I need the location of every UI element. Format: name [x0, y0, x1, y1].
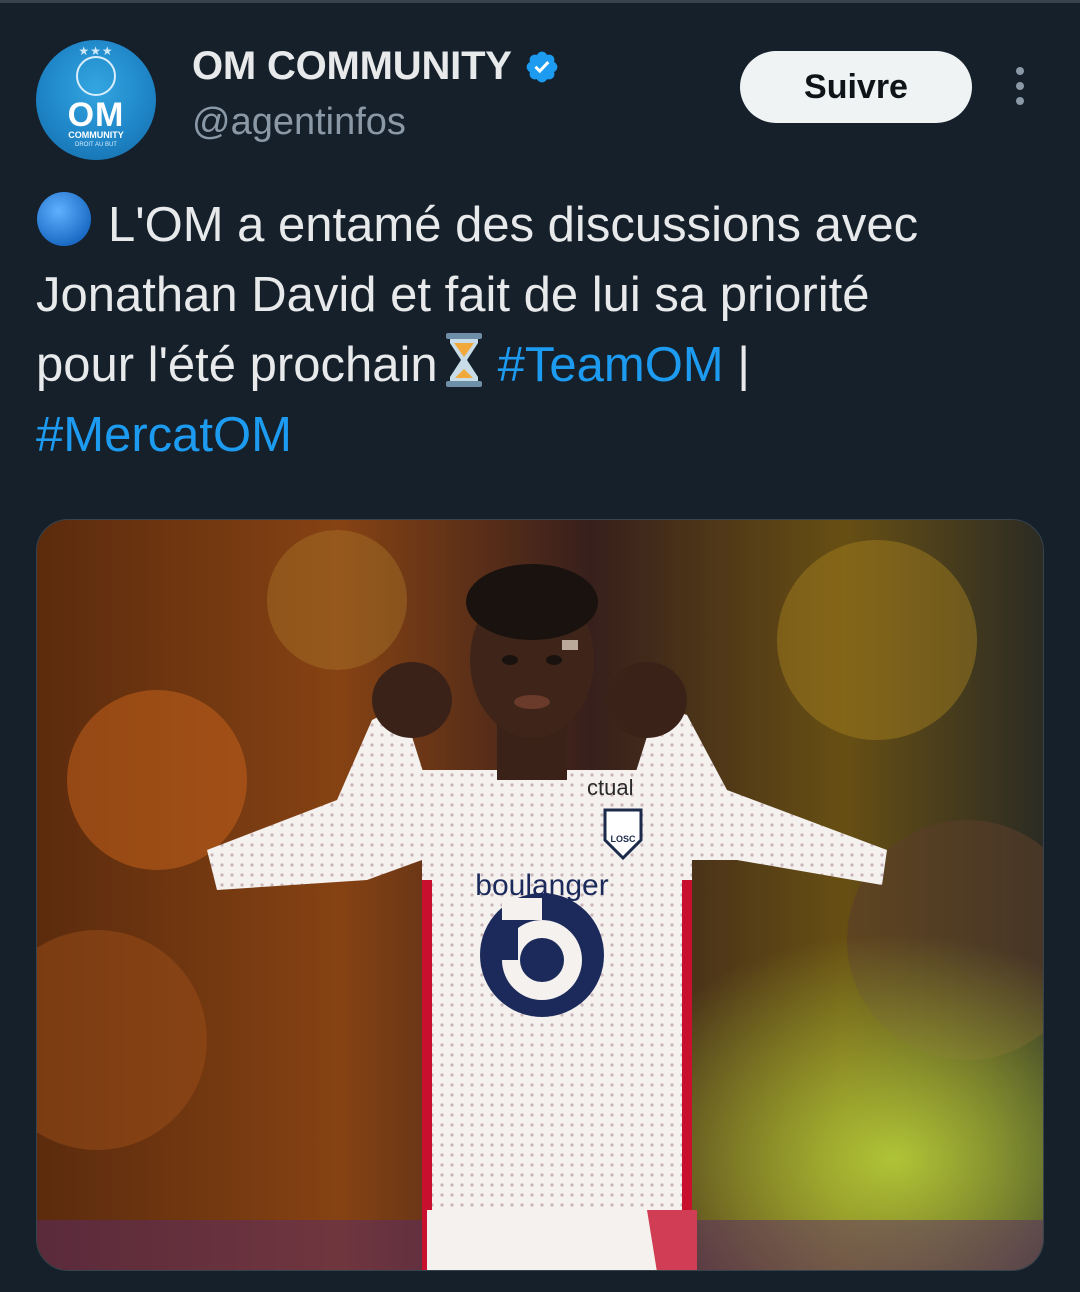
tweet-line-1-text: L'OM a entamé des discussions avec: [108, 198, 919, 252]
verified-badge-icon: [526, 51, 558, 82]
avatar[interactable]: ★★★ OM COMMUNITY DROIT AU BUT: [36, 40, 156, 160]
hashtag-mercatom[interactable]: #MercatOM: [36, 408, 292, 462]
tweet-text: L'OM a entamé des discussions avec Jonat…: [36, 190, 1046, 470]
tweet-line-1: L'OM a entamé des discussions avec: [36, 190, 1046, 260]
avatar-tagline: DROIT AU BUT: [75, 142, 117, 148]
hashtag-teamom[interactable]: #TeamOM: [498, 338, 724, 392]
jersey-partner-text: ctual: [587, 775, 633, 800]
tweet-line-3: pour l'été prochain #TeamOM |: [36, 330, 1046, 400]
top-divider: [0, 0, 1080, 3]
name-row: OM COMMUNITY: [192, 44, 560, 89]
more-vertical-icon[interactable]: [1010, 67, 1030, 109]
follow-button[interactable]: Suivre: [740, 51, 972, 123]
tweet-line-2: Jonathan David et fait de lui sa priorit…: [36, 268, 870, 322]
player-celebration-image: LOSC ctual boulanger: [37, 520, 1043, 1270]
football-icon: [76, 56, 116, 96]
display-name[interactable]: OM COMMUNITY: [192, 44, 512, 89]
tweet-line-4: #MercatOM: [36, 400, 1046, 470]
club-badge-text: LOSC: [610, 834, 636, 844]
avatar-subtext: COMMUNITY: [68, 130, 124, 140]
blue-circle-icon: [37, 192, 91, 246]
hashtag-separator: |: [737, 338, 750, 392]
hourglass-icon: [445, 333, 482, 387]
tweet-line-3-text: pour l'été prochain: [36, 338, 438, 392]
handle[interactable]: @agentinfos: [192, 101, 406, 144]
tweet-media-photo[interactable]: LOSC ctual boulanger: [36, 519, 1044, 1271]
